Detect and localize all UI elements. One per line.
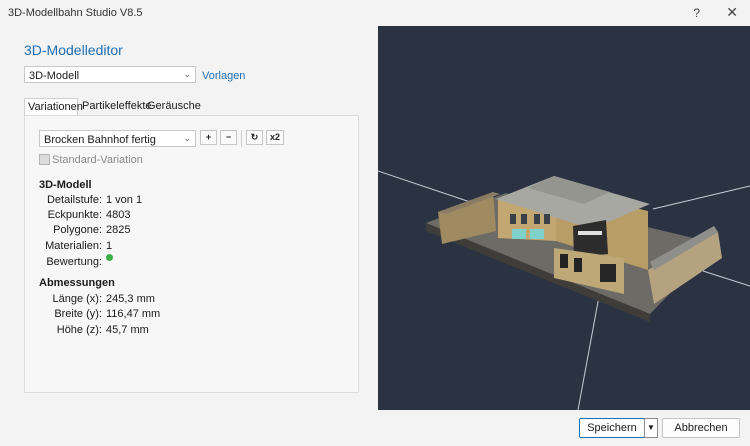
double-button[interactable]: x2 (266, 130, 284, 145)
tab-variationen[interactable]: Variationen (24, 98, 83, 115)
vorlagen-link[interactable]: Vorlagen (202, 70, 245, 82)
refresh-icon[interactable]: ↻ (246, 130, 263, 145)
close-icon[interactable]: ✕ (726, 4, 738, 21)
window (521, 214, 527, 224)
standard-variation-checkbox[interactable] (39, 154, 50, 165)
save-dropdown-button[interactable]: ▼ (644, 418, 658, 438)
width-value: 116,47 mm (106, 308, 161, 320)
axis-line (577, 290, 601, 410)
length-label: Länge (x): (52, 293, 102, 305)
tab-geraeusche[interactable]: Geräusche (144, 98, 201, 115)
variations-panel: Brocken Bahnhof fertig ⌄ + − ↻ x2 Standa… (24, 115, 359, 393)
title-bar: 3D-Modellbahn Studio V8.5 ? ✕ (0, 0, 750, 27)
standard-variation-label: Standard-Variation (52, 154, 143, 166)
3d-viewport[interactable] (378, 26, 750, 410)
door (574, 258, 582, 272)
help-icon[interactable]: ? (693, 6, 700, 20)
detail-level-label: Detailstufe: (46, 194, 102, 206)
variation-select[interactable]: Brocken Bahnhof fertig ⌄ (39, 130, 196, 147)
axis-line (652, 185, 750, 210)
window (510, 214, 516, 224)
cancel-button[interactable]: Abbrechen (662, 418, 740, 438)
model-type-value: 3D-Modell (29, 70, 80, 82)
door (600, 264, 616, 282)
chevron-down-icon: ⌄ (183, 69, 191, 79)
model-preview (378, 170, 750, 410)
window (512, 229, 526, 239)
window (544, 214, 550, 224)
rating-ok-icon (106, 254, 113, 261)
vertices-value: 4803 (106, 209, 131, 221)
detail-level-value: 1 von 1 (106, 194, 143, 206)
polygons-label: Polygone: (53, 224, 102, 236)
footer-bar: Speichern ▼ Abbrechen (0, 410, 750, 446)
tab-partikeleffekte[interactable]: Partikeleffekte (79, 98, 152, 115)
divider (241, 130, 242, 147)
window (534, 214, 540, 224)
editor-panel: 3D-Modelleditor 3D-Modell ⌄ Vorlagen Var… (0, 26, 378, 410)
height-label: Höhe (z): (56, 324, 102, 336)
variation-value: Brocken Bahnhof fertig (44, 134, 156, 146)
door (560, 254, 568, 268)
axis-line (702, 270, 750, 287)
length-value: 245,3 mm (106, 293, 155, 305)
chevron-down-icon: ⌄ (183, 133, 191, 143)
page-title: 3D-Modelleditor (24, 42, 123, 58)
materials-value: 1 (106, 240, 113, 252)
window (530, 229, 544, 239)
dimensions-heading: Abmessungen (39, 277, 115, 289)
remove-variation-button[interactable]: − (220, 130, 237, 145)
add-variation-button[interactable]: + (200, 130, 217, 145)
vertices-label: Eckpunkte: (47, 209, 102, 221)
rating-label: Bewertung: (46, 256, 102, 268)
window-title: 3D-Modellbahn Studio V8.5 (8, 7, 143, 19)
height-value: 45,7 mm (106, 324, 149, 336)
materials-label: Materialien: (45, 240, 102, 252)
polygons-value: 2825 (106, 224, 131, 236)
model-type-select[interactable]: 3D-Modell ⌄ (24, 66, 196, 83)
annex-window (578, 231, 602, 235)
save-button[interactable]: Speichern (579, 418, 645, 438)
model-info-heading: 3D-Modell (39, 179, 92, 191)
width-label: Breite (y): (54, 308, 102, 320)
